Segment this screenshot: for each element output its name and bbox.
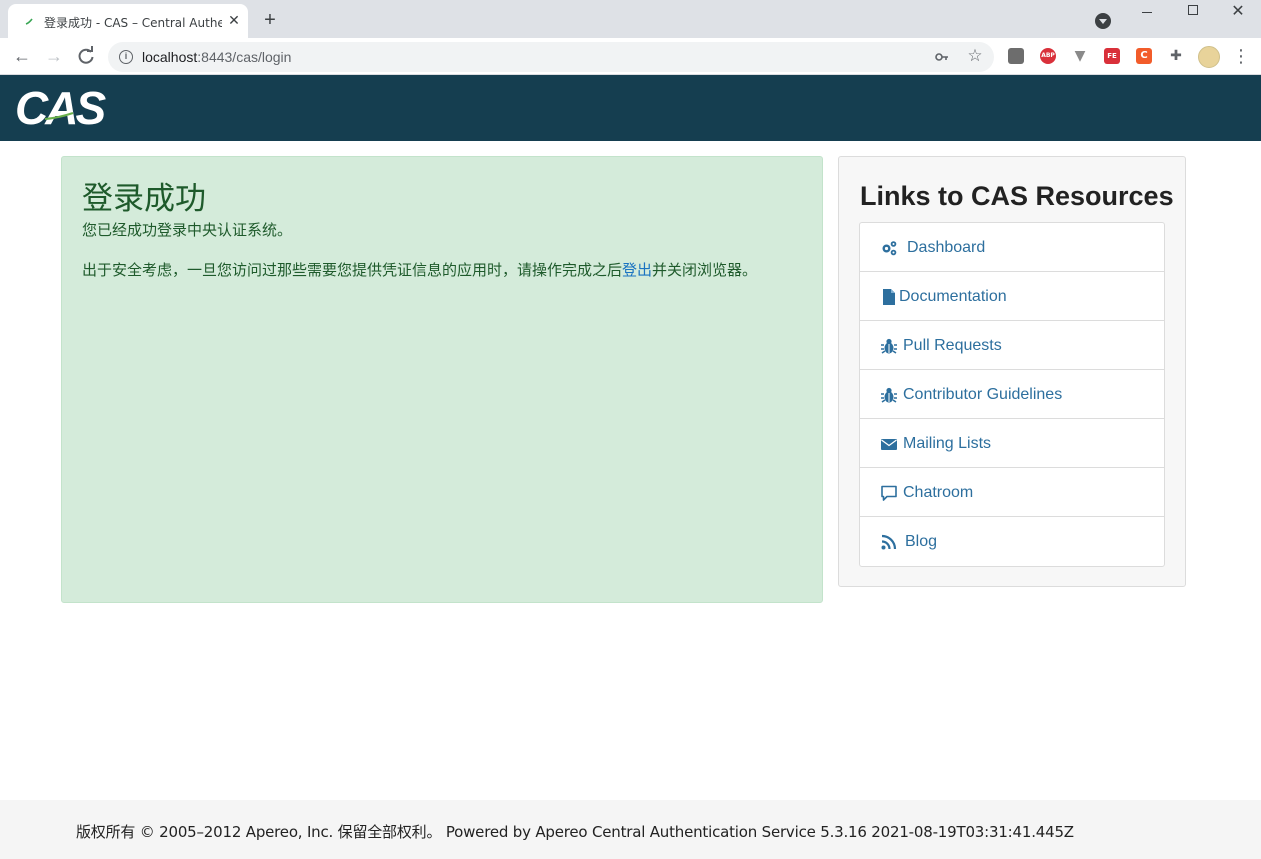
fe-helper-extension-icon[interactable]: FE — [1104, 48, 1120, 64]
resource-link-documentation[interactable]: Documentation — [860, 272, 1164, 321]
extensions-puzzle-icon[interactable]: ✚ — [1168, 48, 1184, 64]
key-icon[interactable] — [934, 49, 950, 65]
file-icon — [883, 289, 895, 305]
profile-avatar[interactable] — [1198, 46, 1220, 68]
comment-icon — [881, 485, 897, 501]
security-notice: 出于安全考虑，一旦您访问过那些需要您提供凭证信息的应用时，请操作完成之后登出并关… — [82, 261, 758, 279]
resource-link-pull-requests[interactable]: Pull Requests — [860, 321, 1164, 370]
resource-link-blog[interactable]: Blog — [860, 517, 1164, 566]
new-tab-button[interactable]: + — [259, 9, 281, 31]
tab-search-icon[interactable] — [1095, 13, 1111, 29]
success-title: 登录成功 — [82, 181, 206, 217]
resource-link-label: Mailing Lists — [903, 435, 992, 452]
resource-link-contributor-guidelines[interactable]: Contributor Guidelines — [860, 370, 1164, 419]
resource-link-label: Contributor Guidelines — [903, 386, 1063, 403]
favicon-icon — [25, 18, 33, 25]
envelope-icon — [881, 439, 897, 450]
minimize-button[interactable] — [1124, 0, 1170, 30]
page-footer: 版权所有 © 2005–2012 Apereo, Inc. 保留全部权利。 Po… — [0, 800, 1261, 859]
cas-header-bar: CAS — [0, 75, 1261, 141]
tab-close-icon[interactable]: ✕ — [226, 12, 242, 28]
reload-icon[interactable] — [74, 44, 98, 68]
close-window-button[interactable]: ✕ — [1215, 0, 1261, 30]
cogs-icon — [882, 241, 897, 256]
resource-link-label: Pull Requests — [903, 337, 1002, 354]
resource-link-label: Blog — [905, 533, 938, 550]
resources-title: Links to CAS Resources — [860, 181, 1174, 211]
site-info-icon[interactable]: i — [119, 50, 133, 64]
cas-resources-panel: Links to CAS Resources Dashboard Documen… — [838, 156, 1186, 587]
success-message: 您已经成功登录中央认证系统。 — [82, 221, 293, 239]
bug-icon — [881, 387, 897, 403]
browser-tab[interactable]: 登录成功 - CAS – Central Authe ✕ — [8, 4, 248, 38]
resource-link-chatroom[interactable]: Chatroom — [860, 468, 1164, 517]
forward-arrow-icon[interactable]: → — [42, 44, 66, 68]
resource-link-label: Chatroom — [903, 484, 974, 501]
back-arrow-icon[interactable]: ← — [10, 44, 34, 68]
resources-link-list: Dashboard Documentation Pull Requests Co… — [859, 222, 1165, 567]
adblock-extension-icon[interactable]: ABP — [1040, 48, 1056, 64]
c-extension-icon[interactable]: C — [1136, 48, 1152, 64]
resource-link-label: Dashboard — [907, 239, 986, 256]
bug-icon — [881, 338, 897, 354]
maximize-button[interactable] — [1170, 0, 1216, 30]
browser-tab-strip: 登录成功 - CAS – Central Authe ✕ + ✕ — [0, 0, 1261, 38]
resource-link-label: Documentation — [899, 288, 1007, 305]
tab-title: 登录成功 - CAS – Central Authe — [44, 16, 222, 30]
logout-link[interactable]: 登出 — [622, 261, 652, 279]
resource-link-dashboard[interactable]: Dashboard — [860, 223, 1164, 272]
logo-swoosh-icon — [44, 112, 74, 120]
url-text: localhost:8443/cas/login — [142, 49, 292, 65]
browser-toolbar: ← → i localhost:8443/cas/login ☆ ABP ▼ F… — [0, 38, 1261, 75]
footer-copyright: 版权所有 © 2005–2012 Apereo, Inc. 保留全部权利。 Po… — [76, 823, 1074, 841]
extension-icon[interactable] — [1008, 48, 1024, 64]
cas-logo: CAS — [15, 82, 106, 134]
rss-icon — [881, 534, 897, 550]
browser-menu-icon[interactable]: ⋮ — [1232, 46, 1250, 66]
address-bar[interactable]: i localhost:8443/cas/login ☆ — [108, 42, 994, 72]
vue-devtools-icon[interactable]: ▼ — [1072, 48, 1088, 64]
resource-link-mailing-lists[interactable]: Mailing Lists — [860, 419, 1164, 468]
bookmark-star-icon[interactable]: ☆ — [966, 47, 984, 65]
login-success-panel: 登录成功 您已经成功登录中央认证系统。 出于安全考虑，一旦您访问过那些需要您提供… — [61, 156, 823, 603]
